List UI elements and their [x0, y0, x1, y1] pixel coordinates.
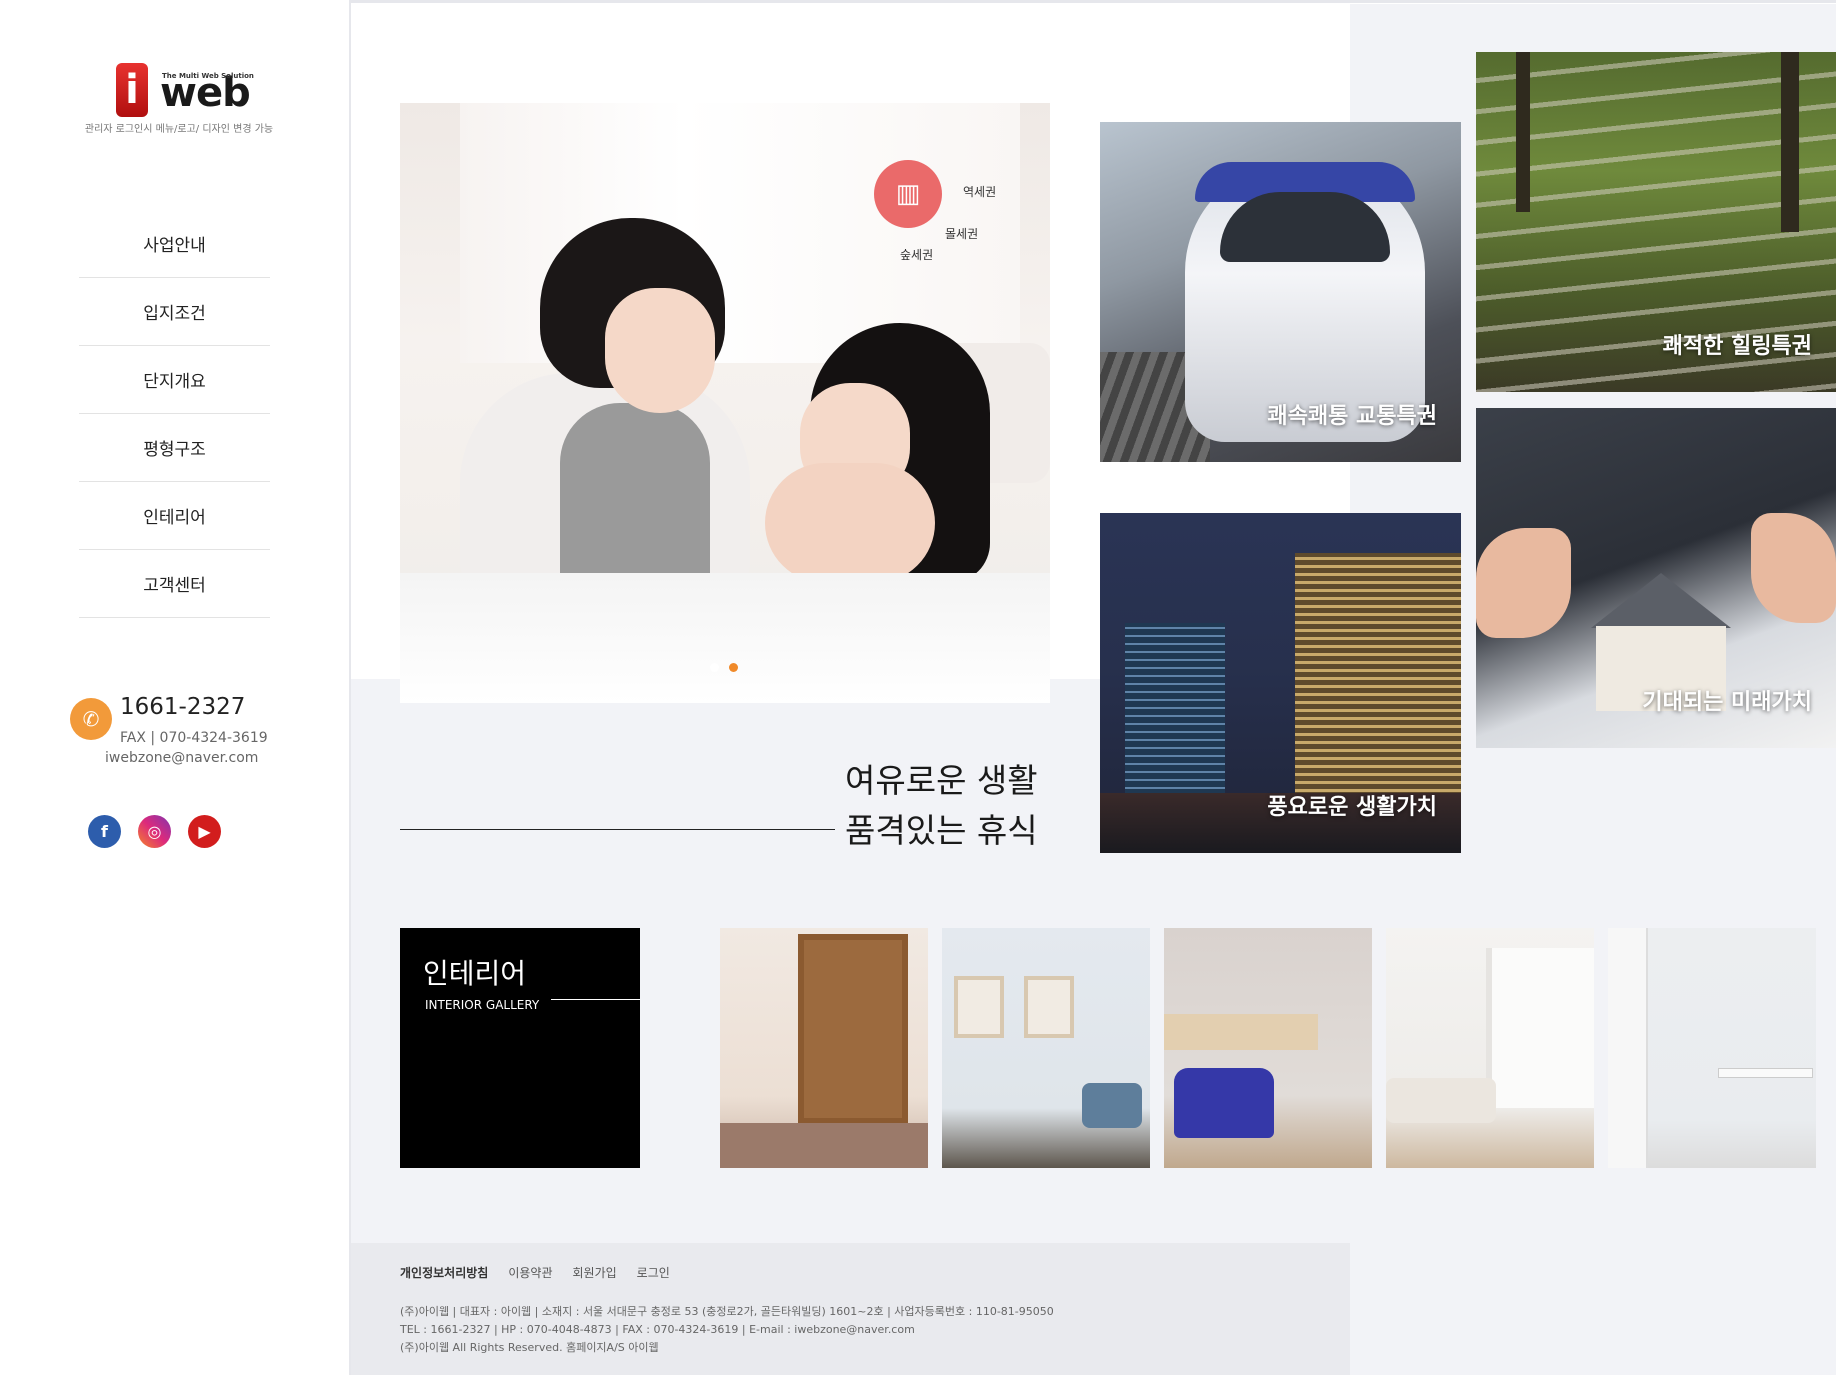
hero-mother-face: [605, 288, 715, 413]
footer-info-line-1: (주)아이웹 | 대표자 : 아이웹 | 소재지 : 서울 서대문구 충정로 5…: [400, 1305, 1054, 1318]
gallery-subtitle-line: [551, 999, 640, 1000]
main-nav: 사업안내 입지조건 단지개요 평형구조 인테리어 고객센터: [79, 210, 270, 618]
gallery-image-frames[interactable]: [942, 928, 1150, 1168]
gallery-image-blue-chair[interactable]: [1164, 928, 1372, 1168]
logo-tagline: The Multi Web Solution: [162, 72, 254, 80]
bookshelf: [798, 934, 908, 1124]
armchair: [1082, 1083, 1142, 1128]
gallery-title-box[interactable]: 인테리어 INTERIOR GALLERY: [400, 928, 640, 1168]
sidebar: i web The Multi Web Solution 관리자 로그인시 메뉴…: [0, 0, 351, 1375]
blue-armchair: [1174, 1068, 1274, 1138]
contact-email[interactable]: iwebzone@naver.com: [105, 750, 258, 766]
logo-subtext: 관리자 로그인시 메뉴/로고/ 디자인 변경 가능: [84, 124, 274, 135]
hero-child-arms: [765, 463, 935, 583]
hero-slider[interactable]: ▥ 역세권 몰세권 숲세권: [400, 103, 1050, 703]
footer-company-info: (주)아이웹 | 대표자 : 아이웹 | 소재지 : 서울 서대문구 충정로 5…: [400, 1303, 1054, 1357]
house-hand-right: [1751, 513, 1836, 623]
tile-living[interactable]: 풍요로운 생활가치: [1100, 513, 1461, 853]
nav-item-floorplan[interactable]: 평형구조: [79, 414, 270, 482]
slogan-line-1: 여유로운 생활: [845, 761, 1038, 800]
social-links: f ◎ ▶: [88, 815, 221, 848]
tile-healing[interactable]: 쾌적한 힐링특권: [1476, 52, 1836, 392]
kitchen-cabinet: [1608, 928, 1648, 1168]
nav-item-business[interactable]: 사업안내: [79, 210, 270, 278]
hero-mother-shirt: [560, 403, 710, 593]
gallery-subtitle: INTERIOR GALLERY: [425, 998, 540, 1012]
tile-transport-label: 쾌속쾌통 교통특권: [1267, 404, 1437, 429]
gallery-image-kitchen[interactable]: [1608, 928, 1816, 1168]
site-logo[interactable]: i web The Multi Web Solution 관리자 로그인시 메뉴…: [84, 58, 274, 138]
picture-frame: [954, 976, 1004, 1038]
slider-dots: [710, 663, 738, 672]
nav-item-complex[interactable]: 단지개요: [79, 346, 270, 414]
sofa: [720, 1123, 928, 1168]
facebook-icon[interactable]: f: [88, 815, 121, 848]
nav-item-location[interactable]: 입지조건: [79, 278, 270, 346]
phone-icon: ✆: [70, 698, 112, 740]
badge-label-mall: 몰세권: [945, 227, 979, 241]
slider-dot-2[interactable]: [729, 663, 738, 672]
wall-cabinet: [1164, 1014, 1318, 1050]
instagram-icon[interactable]: ◎: [138, 815, 171, 848]
house-hand-left: [1476, 528, 1571, 638]
badge-label-forest: 숲세권: [900, 248, 934, 262]
footer-link-terms[interactable]: 이용약관: [508, 1264, 552, 1281]
house-roof: [1591, 573, 1731, 628]
footer-link-signup[interactable]: 회원가입: [573, 1264, 617, 1281]
slogan-line-2: 품격있는 휴식: [845, 811, 1038, 850]
badge-label-station: 역세권: [963, 185, 997, 199]
slogan-divider: [400, 829, 835, 830]
nav-item-interior[interactable]: 인테리어: [79, 482, 270, 550]
forest-tree: [1516, 52, 1530, 212]
footer-info-line-2: TEL : 1661-2327 | HP : 070-4048-4873 | F…: [400, 1323, 915, 1336]
youtube-icon[interactable]: ▶: [188, 815, 221, 848]
logo-mark: i: [116, 63, 148, 117]
footer-link-login[interactable]: 로그인: [637, 1264, 670, 1281]
fax-number: FAX | 070-4324-3619: [120, 730, 268, 746]
tile-healing-label: 쾌적한 힐링특권: [1662, 334, 1812, 359]
hero-bed: [400, 573, 1050, 703]
building-icon: ▥: [874, 160, 942, 228]
tile-living-label: 풍요로운 생활가치: [1267, 795, 1437, 820]
gallery-image-bookshelf[interactable]: [720, 928, 928, 1168]
slider-dot-1[interactable]: [710, 663, 719, 672]
train-windshield: [1220, 192, 1390, 262]
tile-transport[interactable]: 쾌속쾌통 교통특권: [1100, 122, 1461, 462]
dining-table: [1718, 1068, 1813, 1078]
tile-future-value-label: 기대되는 미래가치: [1642, 690, 1812, 715]
window-curtain: [1486, 948, 1594, 1108]
tile-future-value[interactable]: 기대되는 미래가치: [1476, 408, 1836, 748]
white-sofa: [1386, 1078, 1496, 1123]
footer-link-privacy[interactable]: 개인정보처리방침: [400, 1264, 488, 1281]
gallery-image-white-living[interactable]: [1386, 928, 1594, 1168]
footer-info-line-3: (주)아이웹 All Rights Reserved. 홈페이지A/S 아이웹: [400, 1341, 659, 1354]
footer-links: 개인정보처리방침 이용약관 회원가입 로그인: [400, 1264, 670, 1281]
slogan: 여유로운 생활 품격있는 휴식: [845, 756, 1038, 856]
picture-frame: [1024, 976, 1074, 1038]
footer: 개인정보처리방침 이용약관 회원가입 로그인 (주)아이웹 | 대표자 : 아이…: [351, 1243, 1350, 1375]
forest-tree: [1781, 52, 1799, 232]
phone-number[interactable]: 1661-2327: [120, 694, 245, 720]
nav-item-customer[interactable]: 고객센터: [79, 550, 270, 618]
gallery-title: 인테리어: [423, 957, 527, 990]
